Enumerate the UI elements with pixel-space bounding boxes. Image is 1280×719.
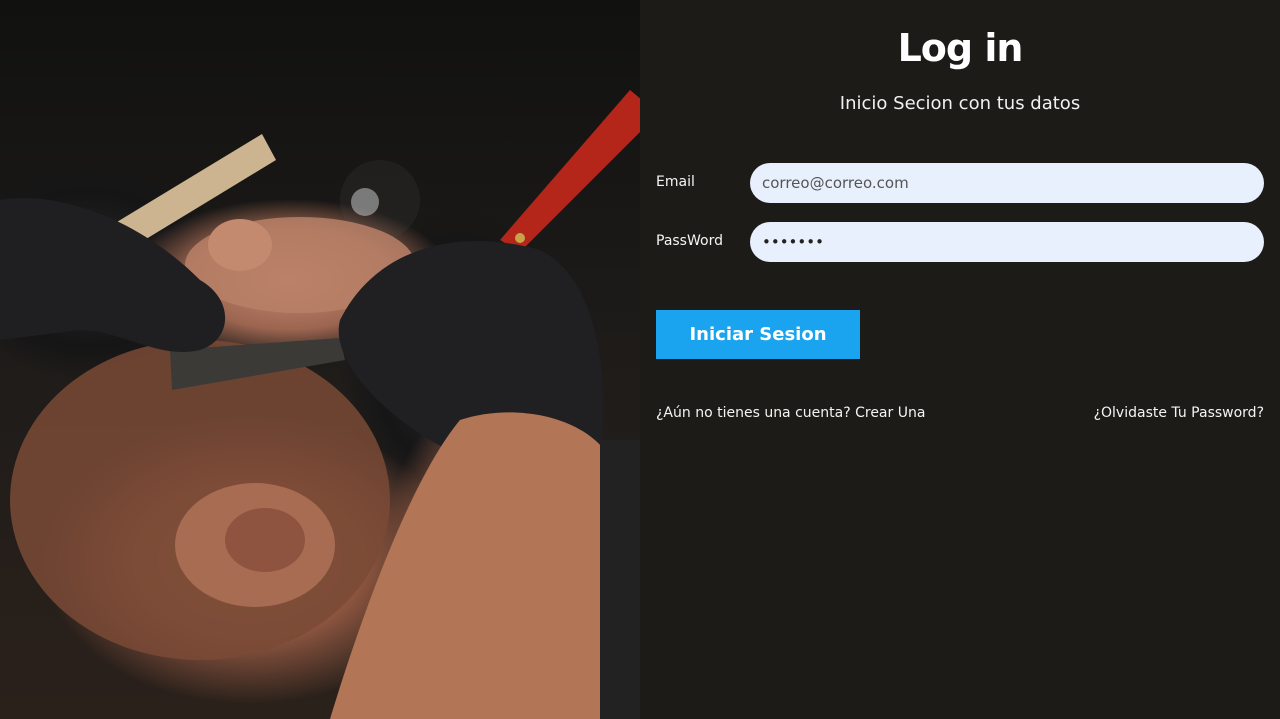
email-label: Email: [656, 174, 695, 190]
cape: [600, 440, 640, 719]
login-panel: Log in Inicio Secion con tus datos Email…: [640, 0, 1280, 719]
red-razor: [500, 90, 640, 252]
email-field[interactable]: [750, 163, 1264, 203]
page-subtitle: Inicio Secion con tus datos: [839, 93, 1081, 114]
password-label: PassWord: [656, 233, 723, 249]
signup-link[interactable]: ¿Aún no tienes una cuenta? Crear Una: [656, 405, 925, 421]
password-field[interactable]: [750, 222, 1264, 262]
forgot-password-link[interactable]: ¿Olvidaste Tu Password?: [1094, 405, 1264, 421]
page-title: Log in: [897, 26, 1024, 70]
hero-photo: [0, 0, 640, 719]
gloved-hand-left: [0, 198, 226, 353]
barber-shaving-illustration: [0, 90, 640, 719]
login-button[interactable]: Iniciar Sesion: [656, 310, 860, 359]
